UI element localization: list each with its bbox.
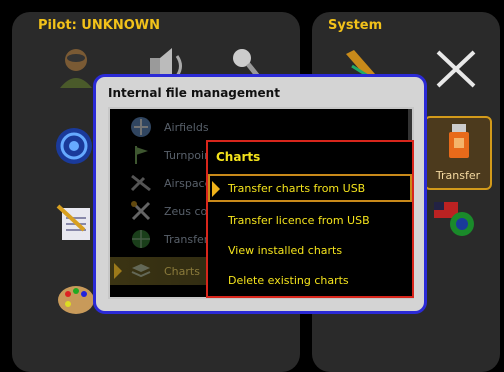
system-panel-title: System [328, 18, 383, 33]
tools-icon [130, 200, 152, 222]
submenu-title: Charts [216, 150, 261, 164]
turnpoint-flag-icon [130, 144, 152, 166]
submenu-item-label: View installed charts [228, 243, 343, 257]
list-item-label: Charts [164, 264, 200, 278]
transfer-tile[interactable]: Transfer [424, 116, 492, 190]
list-item-label: Airspace [164, 176, 212, 190]
airspace-icon [130, 172, 152, 194]
transfer-licence-from-usb-item[interactable]: Transfer licence from USB [208, 206, 412, 234]
globe-icon [130, 228, 152, 250]
selection-arrow-icon [114, 263, 122, 279]
view-installed-charts-item[interactable]: View installed charts [208, 236, 412, 264]
language-flags-icon[interactable] [432, 196, 476, 240]
delete-existing-charts-item[interactable]: Delete existing charts [208, 266, 412, 294]
usb-drive-icon [449, 124, 469, 158]
notepad-icon[interactable] [54, 200, 98, 244]
spiral-icon[interactable] [52, 124, 96, 168]
pilot-panel-title: Pilot: UNKNOWN [38, 18, 160, 33]
transfer-tile-label: Transfer [435, 169, 481, 182]
pilot-avatar-icon[interactable] [54, 44, 98, 88]
list-item-label: Transfer [164, 232, 209, 246]
charts-icon [130, 260, 152, 282]
transfer-charts-from-usb-item[interactable]: Transfer charts from USB [208, 174, 412, 202]
palette-icon[interactable] [54, 276, 98, 320]
submenu-item-label: Transfer licence from USB [228, 213, 370, 227]
submenu-item-label: Delete existing charts [228, 273, 349, 287]
list-item-airfields[interactable]: Airfields [110, 113, 412, 141]
charts-submenu: Charts Transfer charts from USB Transfer… [206, 140, 414, 298]
airfields-icon [130, 116, 152, 138]
glider-icon[interactable] [434, 46, 478, 90]
list-item-label: Airfields [164, 120, 209, 134]
submenu-item-label: Transfer charts from USB [228, 181, 366, 195]
dialog-title: Internal file management [108, 86, 280, 100]
selection-arrow-icon [212, 181, 220, 197]
